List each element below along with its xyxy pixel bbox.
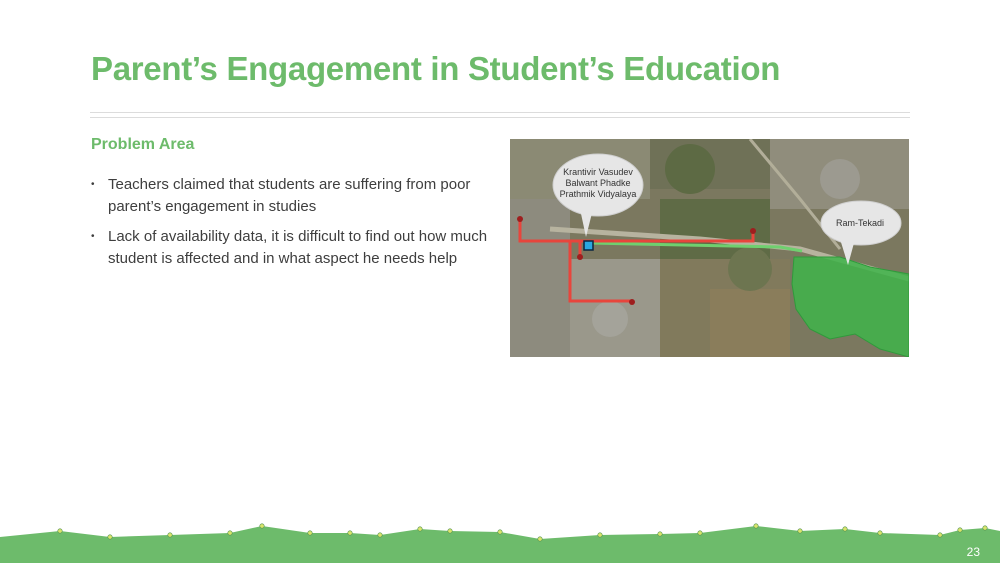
school-callout: Krantivir Vasudev Balwant Phadke Prathmi… [555,156,641,214]
slide-title: Parent’s Engagement in Student’s Educati… [91,50,781,87]
area-callout: Ram-Tekadi [822,202,898,244]
bullet-dot-icon: • [91,231,95,242]
school-label-line: Krantivir Vasudev [563,167,633,177]
bullet-list: • Teachers claimed that students are suf… [91,174,491,278]
bullet-dot-icon: • [91,179,95,190]
area-label: Ram-Tekadi [835,218,884,228]
school-label-line: Balwant Phadke [565,178,631,188]
bullet-item: • Teachers claimed that students are suf… [91,174,491,218]
bullet-text: Lack of availability data, it is difficu… [108,228,488,267]
page-number: 23 [966,545,980,559]
section-heading: Problem Area [91,136,195,153]
school-label-line: Prathmik Vidyalaya [559,189,637,199]
title-divider [90,112,910,118]
footer-landscape [0,523,1000,563]
bullet-text: Teachers claimed that students are suffe… [108,176,471,215]
bullet-item: • Lack of availability data, it is diffi… [91,226,491,270]
